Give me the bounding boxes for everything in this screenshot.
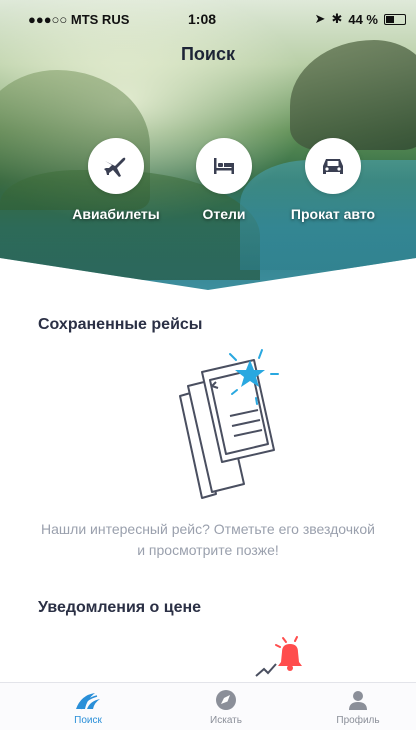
carrier-label: ●●●○○ MTS RUS xyxy=(28,12,130,27)
category-flights-label: Авиабилеты xyxy=(72,206,160,222)
tab-bar: Поиск Искать Профиль xyxy=(0,682,416,730)
category-flights-circle[interactable] xyxy=(88,138,144,194)
car-icon xyxy=(323,159,343,174)
search-wave-icon xyxy=(76,693,100,710)
saved-flights-empty-text: Нашли интересный рейс? Отметьте его звез… xyxy=(41,521,375,558)
tab-profile[interactable]: Профиль xyxy=(308,683,408,726)
profile-icon xyxy=(349,691,367,710)
battery-percent: 44 % xyxy=(348,11,378,27)
bluetooth-icon: ✱ xyxy=(331,11,343,26)
tab-search-label: Поиск xyxy=(74,715,102,726)
category-hotels[interactable]: Отели xyxy=(164,138,284,222)
status-right: ➤ ✱ 44 % xyxy=(315,11,406,27)
tab-profile-label: Профиль xyxy=(336,715,380,726)
bell-icon xyxy=(278,644,302,666)
saved-flights-illustration xyxy=(179,349,279,499)
bed-icon xyxy=(214,158,234,174)
price-alert-illustration xyxy=(255,636,302,677)
tab-explore[interactable]: Искать xyxy=(176,683,276,726)
status-bar: ●●●○○ MTS RUS 1:08 ➤ ✱ 44 % xyxy=(0,0,416,38)
page-title: Поиск xyxy=(180,44,236,64)
category-flights[interactable]: Авиабилеты xyxy=(56,138,176,222)
location-icon: ➤ xyxy=(314,11,326,26)
category-car-rental-label: Прокат авто xyxy=(290,206,376,222)
tab-explore-label: Искать xyxy=(210,715,242,726)
price-alerts-title: Уведомления о цене xyxy=(38,599,202,616)
compass-icon xyxy=(216,690,236,710)
plane-icon xyxy=(104,157,126,177)
category-car-rental-circle[interactable] xyxy=(305,138,361,194)
category-car-rental[interactable]: Прокат авто xyxy=(273,138,393,222)
clock: 1:08 xyxy=(188,11,217,27)
saved-flights-title: Сохраненные рейсы xyxy=(38,316,203,333)
tab-search[interactable]: Поиск xyxy=(38,683,138,726)
category-hotels-label: Отели xyxy=(202,206,246,222)
battery-icon xyxy=(384,13,406,25)
category-hotels-circle[interactable] xyxy=(196,138,252,194)
